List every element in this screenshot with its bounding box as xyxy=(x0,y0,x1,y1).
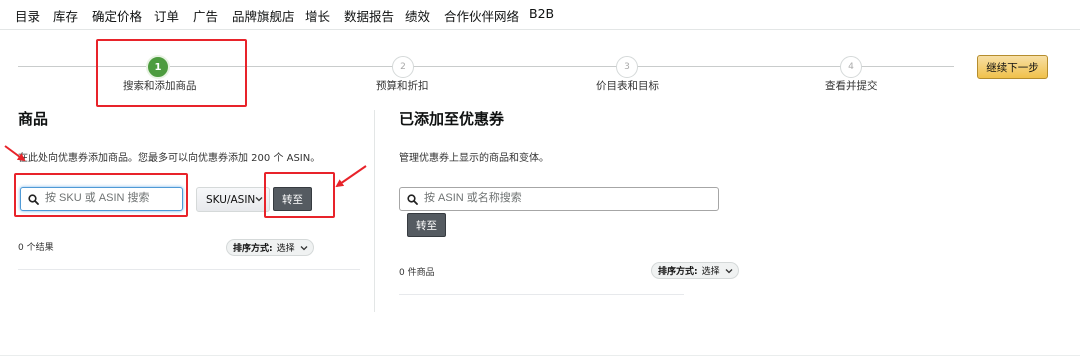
annotation-arrow-go xyxy=(335,165,367,188)
annotation-arrow-description xyxy=(4,145,26,162)
annotation-arrows xyxy=(4,145,367,188)
